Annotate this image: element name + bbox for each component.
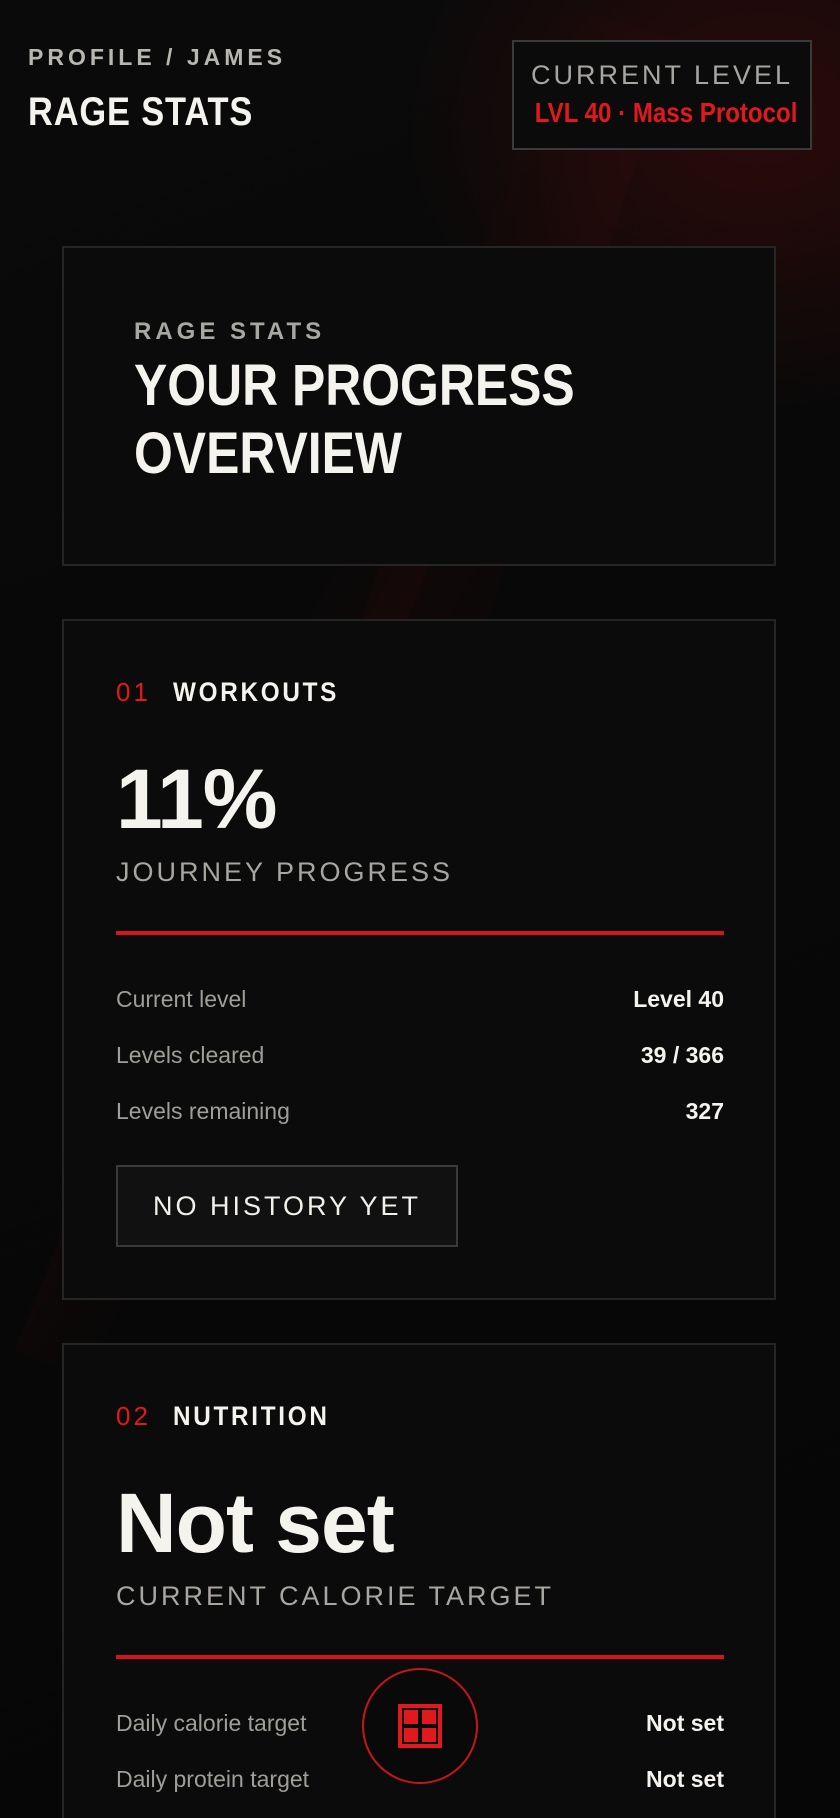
menu-fab-button[interactable] <box>362 1668 478 1784</box>
stat-row-current-level: Current level Level 40 <box>116 971 724 1027</box>
stat-label: Levels cleared <box>116 1041 265 1068</box>
stat-label: Current level <box>116 985 247 1012</box>
stat-label: Daily protein target <box>116 1765 310 1792</box>
stat-label: Daily calorie target <box>116 1709 307 1736</box>
section-number: 02 <box>116 1401 151 1431</box>
stat-value: Not set <box>646 1765 724 1792</box>
journey-progress-value: 11% <box>116 752 277 846</box>
divider <box>116 1655 724 1659</box>
current-level-label: CURRENT LEVEL <box>530 60 794 90</box>
section-title: NUTRITION <box>172 1401 330 1431</box>
journey-progress-label: JOURNEY PROGRESS <box>116 857 454 887</box>
section-title: WORKOUTS <box>172 677 339 707</box>
stat-value: 327 <box>685 1097 724 1124</box>
page-header: PROFILE / JAMES RAGE STATS CURRENT LEVEL… <box>28 40 812 160</box>
workouts-section-header: 01 WORKOUTS <box>116 677 357 708</box>
workouts-card: 01 WORKOUTS 11% JOURNEY PROGRESS Current… <box>62 619 776 1300</box>
stat-value: 39 / 366 <box>640 1041 724 1068</box>
progress-overview-card: RAGE STATS YOUR PROGRESS OVERVIEW <box>62 246 776 566</box>
calorie-target-value: Not set <box>116 1476 395 1570</box>
stat-row-levels-remaining: Levels remaining 327 <box>116 1083 724 1139</box>
page-title: RAGE STATS <box>28 90 254 134</box>
current-level-value: LVL 40 · Mass Protocol <box>534 97 798 128</box>
no-history-button[interactable]: NO HISTORY YET <box>116 1165 458 1247</box>
grid-icon <box>398 1704 442 1748</box>
hero-eyebrow: RAGE STATS <box>134 318 326 345</box>
section-number: 01 <box>116 677 151 707</box>
current-level-badge: CURRENT LEVEL LVL 40 · Mass Protocol <box>512 40 812 150</box>
stat-value: Not set <box>646 1709 724 1736</box>
breadcrumb[interactable]: PROFILE / JAMES <box>28 44 286 71</box>
calorie-target-label: CURRENT CALORIE TARGET <box>116 1581 555 1611</box>
workout-stats-list: Current level Level 40 Levels cleared 39… <box>116 971 724 1139</box>
nutrition-section-header: 02 NUTRITION <box>116 1401 347 1432</box>
hero-title: YOUR PROGRESS OVERVIEW <box>134 353 575 486</box>
stat-value: Level 40 <box>633 985 724 1012</box>
stat-label: Levels remaining <box>116 1097 290 1124</box>
divider <box>116 931 724 935</box>
stat-row-levels-cleared: Levels cleared 39 / 366 <box>116 1027 724 1083</box>
